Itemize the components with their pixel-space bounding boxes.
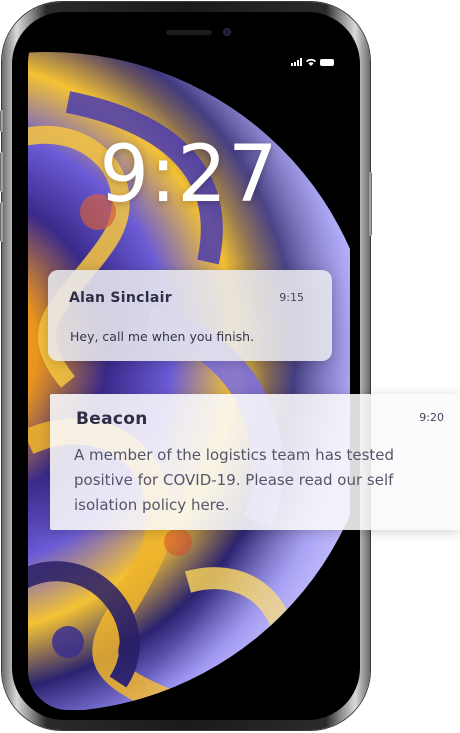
notification-message: A member of the logistics team has teste… <box>74 446 395 514</box>
notification-alan-sinclair[interactable]: Alan Sinclair 9:15 Hey, call me when you… <box>48 270 332 361</box>
notification-title: Alan Sinclair <box>69 290 172 306</box>
cellular-signal-icon <box>291 58 302 66</box>
wallpaper <box>28 22 350 710</box>
wifi-icon <box>306 58 316 66</box>
battery-icon <box>320 59 334 66</box>
notification-beacon[interactable]: Beacon 9:20 A member of the logistics te… <box>50 394 460 530</box>
earpiece-speaker <box>166 30 212 35</box>
phone-frame: 9:27 <box>0 2 372 730</box>
notification-message: Hey, call me when you finish. <box>70 329 255 344</box>
status-bar <box>291 58 334 66</box>
stage: 9:27 Alan Sinclair 9:15 Hey, call me whe… <box>0 0 460 733</box>
notification-time: 9:20 <box>419 411 444 424</box>
notification-title: Beacon <box>76 409 148 429</box>
lock-screen-clock: 9:27 <box>99 130 279 220</box>
volume-down-button <box>0 202 4 242</box>
volume-up-button <box>0 152 4 192</box>
notification-time: 9:15 <box>279 291 304 304</box>
notch <box>99 22 279 50</box>
front-camera <box>223 28 231 36</box>
mute-switch <box>0 110 4 132</box>
lock-screen[interactable]: 9:27 <box>28 22 350 710</box>
side-button <box>368 172 372 236</box>
